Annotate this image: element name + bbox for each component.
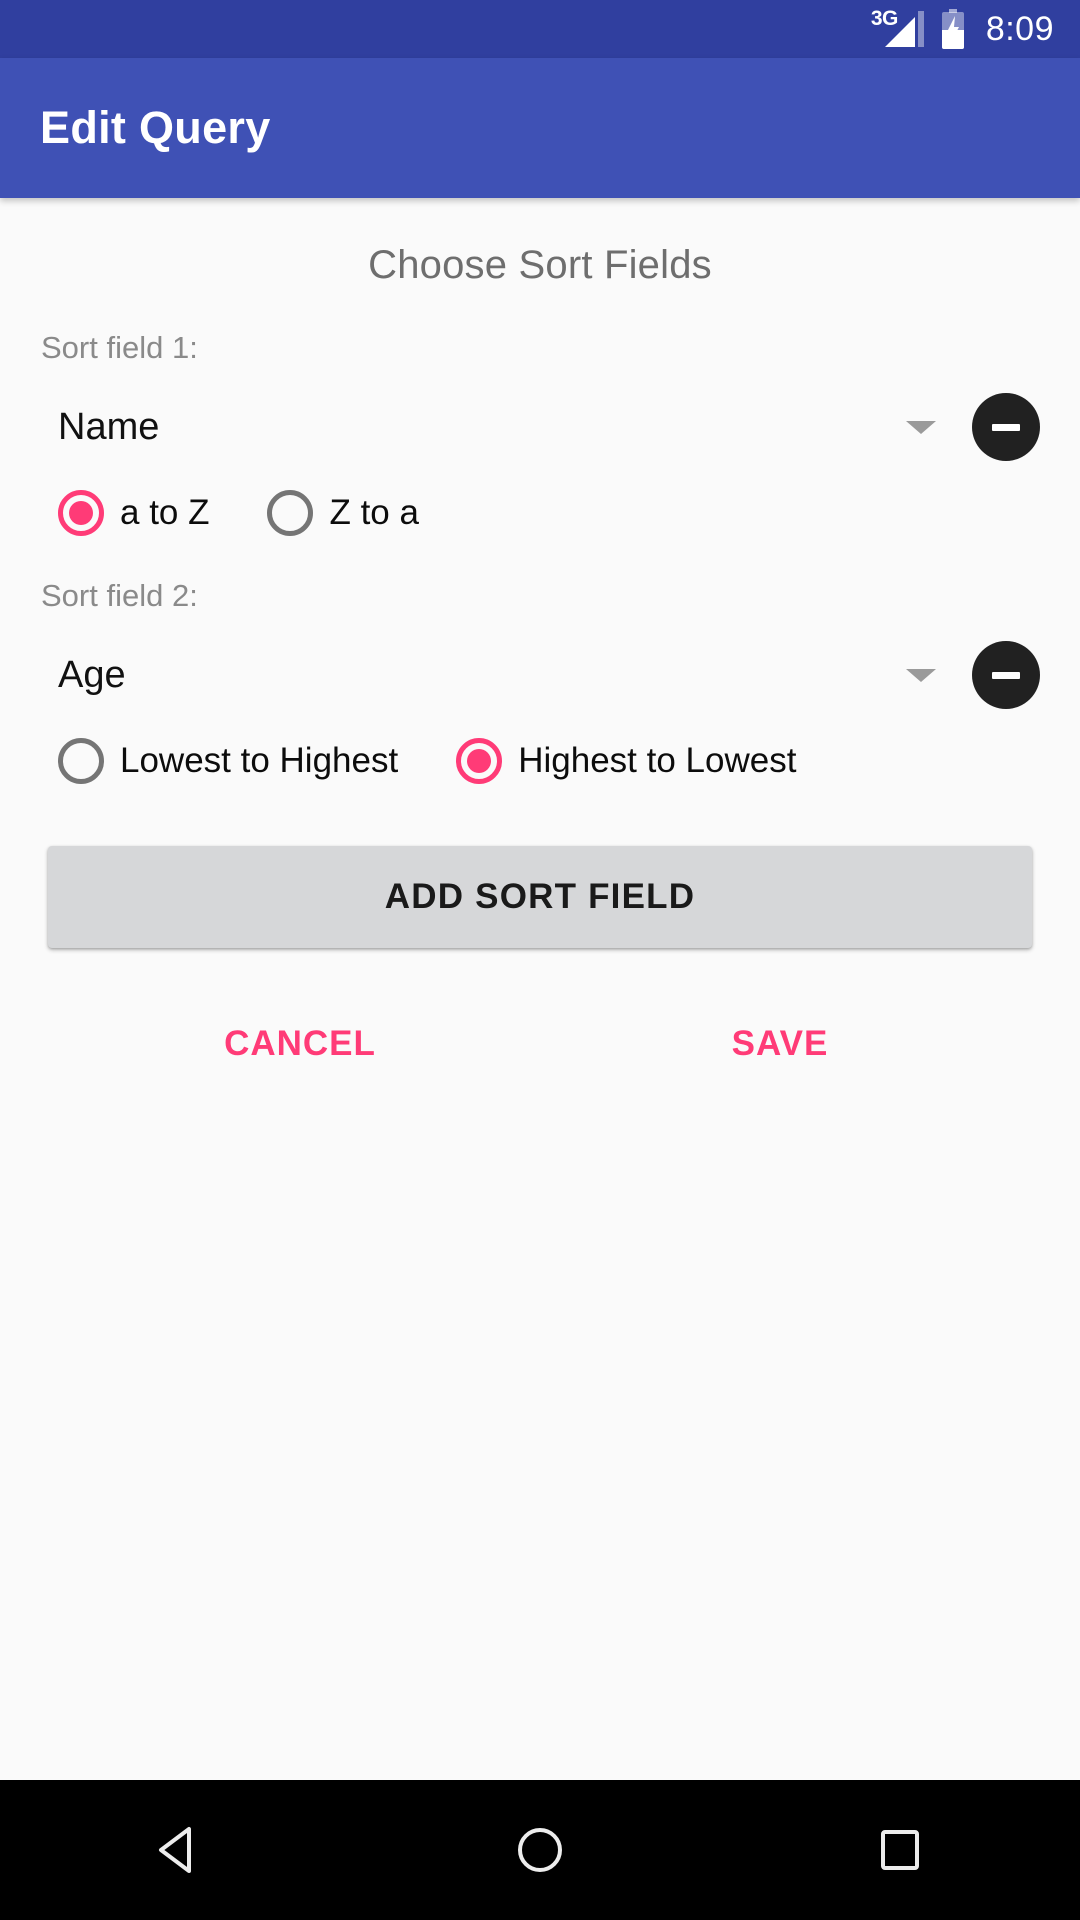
back-triangle-icon [159, 1827, 191, 1873]
sort-field-1-label: Sort field 1: [41, 330, 198, 365]
nav-recents-button[interactable] [810, 1780, 990, 1920]
section-title: Choose Sort Fields [368, 243, 712, 287]
sort-field-1-option-a-to-z[interactable]: a to Z [58, 490, 209, 536]
battery-charging-icon [941, 9, 964, 49]
radio-dot [467, 749, 492, 773]
dialog-actions: CANCEL SAVE [40, 1010, 1040, 1078]
android-nav-bar [0, 1780, 1080, 1920]
remove-sort-field-1-button[interactable] [972, 393, 1040, 461]
nav-home-button[interactable] [450, 1780, 630, 1920]
page-title: Edit Query [40, 102, 271, 153]
add-sort-field-button[interactable]: ADD SORT FIELD [48, 846, 1032, 948]
radio-button[interactable] [456, 738, 503, 784]
minus-circle-icon [992, 423, 1020, 431]
signal-bars-icon: 3G [870, 8, 924, 49]
status-bar-clock: 8:09 [985, 10, 1054, 48]
phone-screen: 3G 8:09 Edit Query Choose Sort Fields So… [0, 0, 1080, 1920]
sort-field-2-row: Age [40, 636, 1040, 714]
sort-field-2-label: Sort field 2: [41, 578, 198, 613]
sort-field-1-option-z-to-a[interactable]: Z to a [267, 490, 419, 536]
sort-field-1-row: Name [40, 388, 1040, 466]
radio-button[interactable] [58, 490, 104, 536]
radio-dot [69, 501, 93, 525]
sort-field-1-value: Name [58, 405, 160, 448]
status-icons: 3G 8:09 [870, 8, 1054, 49]
sort-field-2-direction-group: Lowest to Highest Highest to Lowest [40, 738, 1040, 784]
add-sort-field-label: ADD SORT FIELD [384, 877, 696, 916]
radio-label: Highest to Lowest [518, 741, 797, 780]
sort-field-2-spinner[interactable]: Age [58, 636, 958, 714]
status-bar: 3G 8:09 [0, 0, 1080, 58]
cancel-button[interactable]: CANCEL [60, 1010, 540, 1078]
minus-circle-icon [992, 671, 1020, 679]
radio-button[interactable] [267, 490, 314, 536]
remove-sort-field-2-button[interactable] [972, 641, 1040, 709]
signal-triangle-glyph [884, 11, 924, 47]
sort-field-2-option-lowest-to-highest[interactable]: Lowest to Highest [58, 738, 398, 784]
recents-square-icon [881, 1830, 919, 1870]
main-content: Choose Sort Fields Sort field 1: Name a … [0, 198, 1080, 1780]
app-bar: Edit Query [0, 58, 1080, 198]
home-circle-icon [518, 1828, 562, 1872]
save-button[interactable]: SAVE [540, 1010, 1020, 1078]
sort-field-2-option-highest-to-lowest[interactable]: Highest to Lowest [456, 738, 796, 784]
nav-back-button[interactable] [90, 1780, 270, 1920]
chevron-down-icon [906, 668, 936, 682]
radio-label: Z to a [329, 493, 419, 532]
sort-field-1-spinner[interactable]: Name [58, 388, 958, 466]
sort-field-1-direction-group: a to Z Z to a [40, 490, 1040, 536]
radio-button[interactable] [58, 738, 104, 784]
chevron-down-icon [906, 420, 936, 434]
radio-label: Lowest to Highest [120, 741, 399, 780]
radio-label: a to Z [120, 493, 210, 532]
sort-field-2-value: Age [58, 653, 126, 696]
